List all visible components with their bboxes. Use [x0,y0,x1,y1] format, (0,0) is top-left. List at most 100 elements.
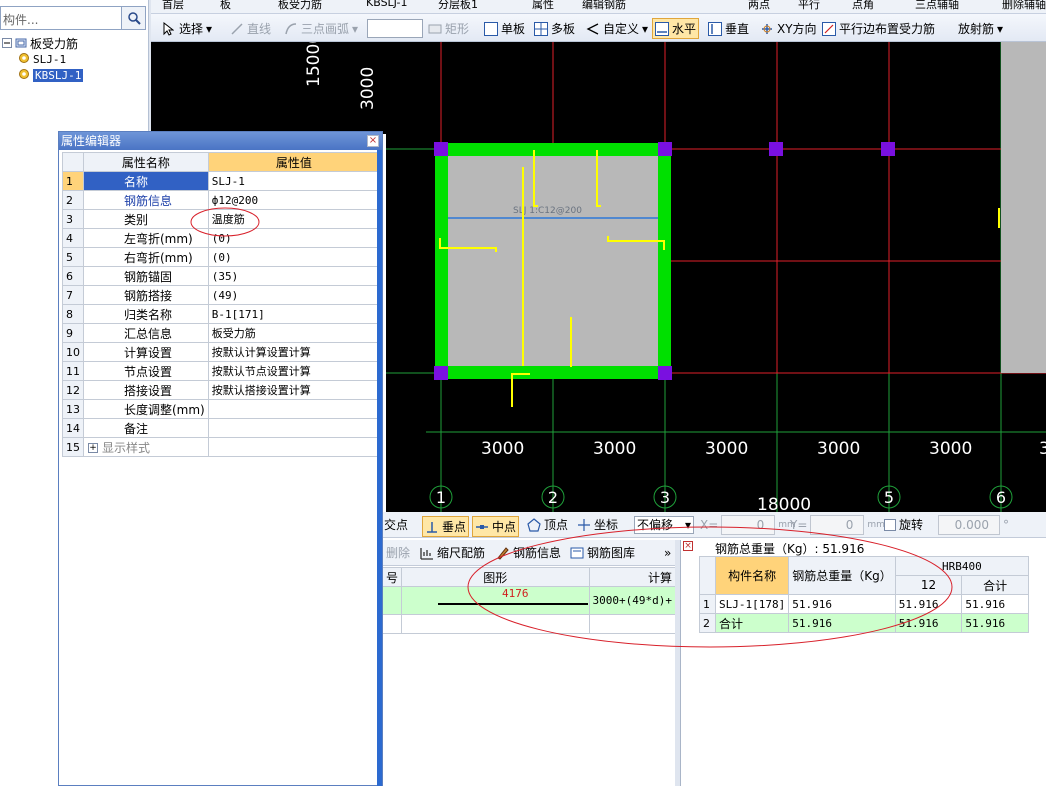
property-name-header: 属性名称 [83,152,209,172]
table-row[interactable]: 1 SLJ-1[178] 51.916 51.916 51.916 [699,594,1029,614]
property-value[interactable]: 按默认节点设置计算 [207,361,381,381]
edit-rebar-button[interactable]: 编辑钢筋 [582,0,626,12]
collapse-icon[interactable] [2,37,12,51]
property-value[interactable]: SLJ-1 [207,171,381,191]
search-icon[interactable] [121,7,145,29]
property-row[interactable]: 2 钢筋信息 ф12@200 [62,190,381,210]
vertex-snap[interactable]: 顶点 [527,516,568,534]
close-icon[interactable]: × [367,135,379,147]
property-row[interactable]: 9 汇总信息 板受力筋 [62,323,381,343]
layer-select[interactable]: 分层板1 [438,0,478,12]
property-value[interactable] [207,437,381,457]
property-row[interactable]: 13 长度调整(mm) [62,399,381,419]
more-button[interactable]: » [664,544,671,562]
property-value[interactable] [207,399,381,419]
property-row[interactable]: 11 节点设置 按默认节点设置计算 [62,361,381,381]
point-angle-button[interactable]: 点角 [852,0,874,12]
two-point-button[interactable]: 两点 [748,0,770,12]
property-value[interactable]: ф12@200 [207,190,381,210]
node[interactable] [881,142,895,156]
node[interactable] [434,366,448,380]
property-value[interactable]: (35) [207,266,381,286]
table-row[interactable]: 4176 3000+(49*d)+ [381,586,677,615]
perpendicular-snap[interactable]: 垂点 [422,516,470,537]
single-board-button[interactable]: 单板 [484,20,525,38]
property-row[interactable]: 8 归类名称 B-1[171] [62,304,381,324]
select-button[interactable]: 选择 ▾ [162,20,212,38]
floor-select[interactable]: 首层 [162,0,184,12]
tree-item-kbslj-1[interactable]: KBSLJ-1 [18,68,84,83]
parallel-edge-button[interactable]: 平行边布置受力筋 [822,20,935,38]
midpoint-snap[interactable]: 中点 [472,516,520,537]
x-input[interactable]: 0 [721,515,776,535]
xy-direction-button[interactable]: XY方向 [760,20,817,38]
tree-item-slj-1[interactable]: SLJ-1 [18,52,66,67]
rebar-shape-cell[interactable]: 4176 [401,586,590,615]
property-value[interactable]: 板受力筋 [207,323,381,343]
component-select[interactable]: KBSLJ-1 [366,0,408,9]
property-button[interactable]: 属性 [532,0,554,12]
multi-board-button[interactable]: 多板 [534,20,575,38]
expand-icon[interactable]: + [88,443,98,453]
property-value[interactable]: (49) [207,285,381,305]
property-value[interactable]: (0) [207,228,381,248]
search-input[interactable]: 构件... [3,11,38,28]
property-editor-title[interactable]: 属性编辑器 [59,132,382,150]
tree-root[interactable]: 板受力筋 [2,35,78,52]
node[interactable] [658,366,672,380]
component-search[interactable]: 构件... [0,6,146,30]
property-value[interactable]: 温度筋 [207,209,381,229]
close-icon[interactable]: × [683,541,693,551]
node[interactable] [658,142,672,156]
property-row[interactable]: 10 计算设置 按默认计算设置计算 [62,342,381,362]
adjacent-slab[interactable] [1001,42,1046,373]
slab[interactable] [448,156,658,366]
vertical-button[interactable]: 垂直 [708,20,749,38]
property-row[interactable]: 3 类别 温度筋 [62,209,381,229]
rotate-option[interactable]: 旋转 [884,516,923,534]
delete-axis-button[interactable]: 删除辅轴 [1002,0,1046,12]
rebar-library-button[interactable]: 钢筋图库 [570,544,635,562]
delete-button[interactable]: 删除 [386,544,410,562]
canvas-left-strip[interactable]: 15000 3000 [151,42,386,134]
rebar-info-button[interactable]: 钢筋信息 [496,544,561,562]
rebar-formula-cell[interactable]: 3000+(49*d)+ [588,586,677,615]
parallel-button[interactable]: 平行 [798,0,820,12]
property-row[interactable]: 4 左弯折(mm) (0) [62,228,381,248]
y-input[interactable]: 0 [810,515,865,535]
node[interactable] [769,142,783,156]
property-row[interactable]: 14 备注 [62,418,381,438]
offset-select[interactable]: 不偏移 ▾ [634,516,694,534]
property-row[interactable]: 5 右弯折(mm) (0) [62,247,381,267]
drawing-canvas[interactable]: SLJ 1:C12@200 3000 3000 3000 3000 3000 3… [386,42,1046,512]
radial-rebar-button[interactable]: 放射筋 ▾ [958,20,1003,38]
property-value[interactable]: 按默认搭接设置计算 [207,380,381,400]
horizontal-button[interactable]: 水平 [652,18,700,39]
property-row[interactable]: 6 钢筋锚固 (35) [62,266,381,286]
three-point-arc-button[interactable]: 三点画弧 ▾ [284,20,358,38]
table-row[interactable] [381,614,677,634]
arc-option-combo[interactable] [367,19,423,38]
property-row[interactable]: 12 搭接设置 按默认搭接设置计算 [62,380,381,400]
property-value[interactable]: (0) [207,247,381,267]
property-row[interactable]: 1 名称 SLJ-1 [62,171,381,191]
type-select[interactable]: 板受力筋 [278,0,322,12]
custom-button[interactable]: 自定义 ▾ [586,20,648,38]
scale-rebar-button[interactable]: 缩尺配筋 [420,544,485,562]
category-select[interactable]: 板 [220,0,231,12]
coordinate-snap[interactable]: 坐标 [577,516,618,534]
property-row[interactable]: 7 钢筋搭接 (49) [62,285,381,305]
table-row[interactable]: 2 合计 51.916 51.916 51.916 [699,613,1029,633]
property-row[interactable]: 15 + 显示样式 [62,437,381,457]
property-value[interactable] [207,418,381,438]
property-value[interactable]: 按默认计算设置计算 [207,342,381,362]
intersection-snap[interactable]: 交点 [384,516,408,534]
line-button[interactable]: 直线 [230,20,271,38]
node[interactable] [434,142,448,156]
three-point-axis-button[interactable]: 三点辅轴 [915,0,959,12]
property-editor-scrollbar[interactable] [377,150,382,786]
rotate-input[interactable]: 0.000 [938,515,1000,535]
rotate-checkbox[interactable] [884,519,896,531]
rect-button[interactable]: 矩形 [428,20,469,38]
property-value[interactable]: B-1[171] [207,304,381,324]
